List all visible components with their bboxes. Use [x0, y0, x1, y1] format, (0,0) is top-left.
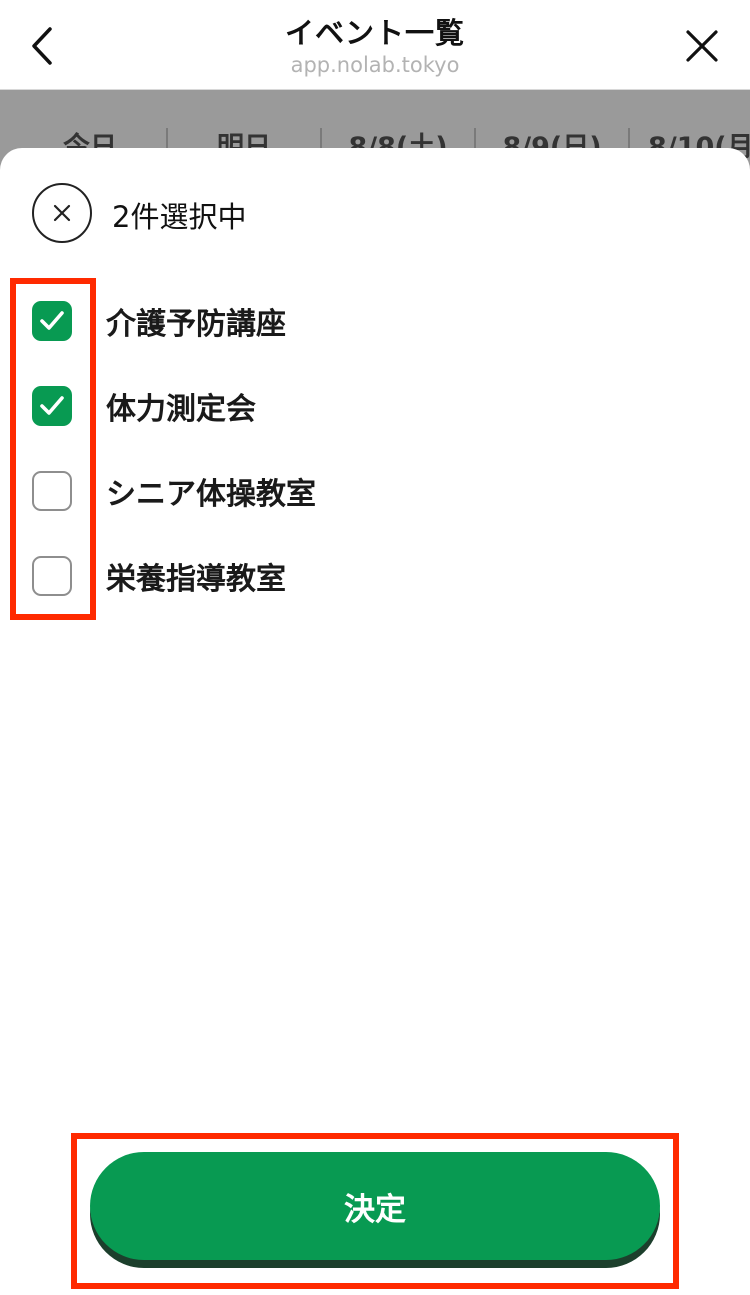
list-item[interactable]: 体力測定会 — [0, 363, 750, 448]
checkbox[interactable] — [32, 470, 72, 511]
option-label: シニア体操教室 — [106, 476, 316, 512]
checkbox[interactable] — [32, 385, 72, 426]
page-title: イベント一覧 — [284, 16, 465, 50]
page-url: app.nolab.tokyo — [290, 53, 460, 77]
confirm-button[interactable]: 決定 — [90, 1152, 660, 1260]
clear-selection-button[interactable] — [32, 183, 92, 243]
filter-sheet: 2件選択中 介護予防講座 体力測定会 シニア体操教室 栄養指導教室 — [0, 148, 750, 1295]
page: イベント一覧 app.nolab.tokyo 今日 明日 8/8(土) 8/9(… — [0, 0, 750, 1295]
close-button[interactable] — [678, 22, 726, 70]
option-label: 体力測定会 — [106, 391, 256, 427]
option-label: 介護予防講座 — [106, 306, 286, 342]
checkbox[interactable] — [32, 300, 72, 341]
check-icon — [40, 395, 64, 415]
close-icon — [686, 30, 718, 62]
selected-count: 2件選択中 — [112, 200, 247, 234]
close-icon — [53, 204, 71, 222]
option-label: 栄養指導教室 — [106, 561, 286, 597]
list-item[interactable]: シニア体操教室 — [0, 448, 750, 533]
list-item[interactable]: 栄養指導教室 — [0, 533, 750, 618]
list-item[interactable]: 介護予防講座 — [0, 278, 750, 363]
check-icon — [40, 310, 64, 330]
confirm-button-wrap: 決定 — [90, 1152, 660, 1270]
checkbox[interactable] — [32, 555, 72, 596]
top-bar: イベント一覧 app.nolab.tokyo — [0, 0, 750, 90]
